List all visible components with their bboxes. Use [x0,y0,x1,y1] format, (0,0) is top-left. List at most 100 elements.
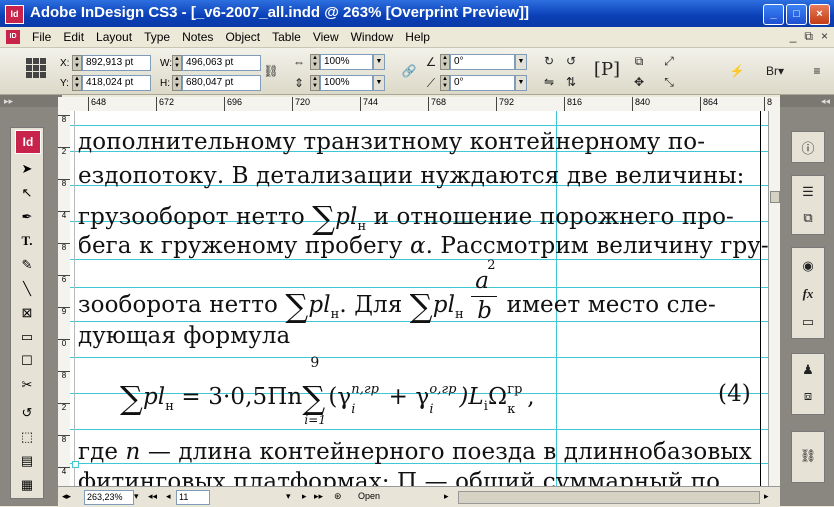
doc-restore-button[interactable]: ⧉ [804,29,813,44]
scale-x-field[interactable]: 100% [320,54,373,70]
gradient-icon[interactable]: ▤ [11,450,43,472]
selection-icon[interactable]: ➤ [11,158,43,180]
next-page-icon[interactable]: ▸ [302,490,307,503]
formula-4[interactable]: ∑plн = 3·0,5Пn 9 ∑ i=1 (γ п,гр i + γ о,гр i)… [120,355,535,427]
x-field[interactable]: 892,913 pt [82,55,151,71]
menu-layout[interactable]: Layout [96,30,132,44]
y-field[interactable]: 418,024 pt [82,75,151,91]
text-line-5[interactable]: зооборота нетто ∑plн. Для ∑plн a 2 b име… [78,258,716,325]
scroll-right-icon[interactable]: ▸ [764,490,769,503]
pencil-icon[interactable]: ✎ [11,254,43,276]
text-line-8[interactable]: фитинговых платформах; П — общий суммарн… [78,469,720,486]
rectangle-icon[interactable]: ▭ [11,326,43,348]
quick-apply-icon[interactable]: ⚡ [728,62,746,80]
scale-y-spinner[interactable]: ▲ ▼ [310,75,320,91]
pen-icon[interactable]: ✒ [11,206,43,228]
free-transform-icon[interactable]: ⬚ [11,426,43,448]
menu-type[interactable]: Type [144,30,170,44]
scale-y-dropdown[interactable]: ▼ [373,75,385,91]
scale-y-field[interactable]: 100% [320,75,373,91]
menu-window[interactable]: Window [351,30,394,44]
bridge-icon[interactable]: Br▾ [760,62,790,80]
gradient-panel-icon[interactable]: ▭ [792,310,824,334]
links-icon[interactable]: ⧈ [792,384,824,408]
last-page-icon[interactable]: ▸▸ [314,490,323,503]
rotate-ccw-icon[interactable]: ↺ [562,52,580,70]
select-container-icon[interactable]: ⧉ [630,52,648,70]
paragraph-style-icon[interactable]: [P] [594,59,620,80]
text-line-6[interactable]: дующая формула [78,323,290,349]
shear-field[interactable]: 0° [450,75,515,91]
rectangle-frame-icon[interactable]: ⊠ [11,302,43,324]
horizontal-scrollbar[interactable] [458,491,760,504]
zoom-field[interactable]: 263,23% [84,490,134,505]
text-line-7[interactable]: где n — длина контейнерного поезда в дли… [78,439,752,465]
rotate-icon[interactable]: ↺ [11,402,43,424]
stroke-icon[interactable]: ☰ [792,180,824,204]
flip-vertical-icon[interactable]: ⇅ [562,73,580,91]
x-spinner[interactable]: ▲ ▼ [72,55,82,71]
w-spinner[interactable]: ▲ ▼ [172,55,182,71]
rotation-dropdown[interactable]: ▼ [515,54,527,70]
h-field[interactable]: 680,047 pt [182,75,261,91]
doc-close-button[interactable]: × [821,29,828,44]
panel-menu-icon[interactable]: ≡ [808,62,826,80]
scissors-icon[interactable]: ✂ [11,374,43,396]
rotation-field[interactable]: 0° [450,54,515,70]
menu-table[interactable]: Table [272,30,301,44]
collapse-tools-icon[interactable]: ▸▸ [0,95,62,107]
page-dropdown-icon[interactable]: ▾ [286,490,291,503]
chain-icon[interactable]: ⛓ [792,444,824,468]
swatches-icon[interactable]: ◉ [792,254,824,278]
frame-handle[interactable] [72,461,79,468]
text-line-3[interactable]: грузооборот нетто ∑plн и отношение порож… [78,199,734,237]
shear-dropdown[interactable]: ▼ [515,75,527,91]
scroll-left-icon[interactable]: ◂▸ [62,490,71,503]
close-button[interactable]: × [809,4,830,25]
pages-icon[interactable]: ⧉ [792,206,824,230]
prev-page-icon[interactable]: ◂ [166,490,171,503]
text-line-4[interactable]: бега к груженому пробегу α. Рассмотрим в… [78,233,768,259]
w-field[interactable]: 496,063 pt [182,55,261,71]
document-icon[interactable]: ID [6,30,20,44]
text-line-2[interactable]: ездопотоку. В детализации нуждаются две … [78,163,745,189]
menu-help[interactable]: Help [405,30,430,44]
note-icon[interactable]: ▦ [11,474,43,496]
menu-notes[interactable]: Notes [182,30,213,44]
type-icon[interactable]: T. [11,230,43,252]
ruler-origin[interactable] [58,97,81,112]
line-icon[interactable]: ╲ [11,278,43,300]
document-canvas[interactable]: дополнительному транзитному контейнерном… [70,111,768,486]
doc-minimize-button[interactable]: _ [790,29,797,44]
h-spinner[interactable]: ▲ ▼ [172,75,182,91]
info-icon[interactable]: ⓘ [792,135,824,159]
minimize-button[interactable]: _ [763,4,784,25]
status-menu-icon[interactable]: ▸ [444,490,449,503]
y-spinner[interactable]: ▲ ▼ [72,75,82,91]
reference-point-icon[interactable] [26,58,46,78]
text-line-1[interactable]: дополнительному транзитному контейнерном… [78,129,705,155]
menu-object[interactable]: Object [225,30,260,44]
scrollbar-thumb[interactable] [770,191,780,203]
button-icon[interactable]: ☐ [11,350,43,372]
first-page-icon[interactable]: ◂◂ [148,490,157,503]
menu-file[interactable]: File [32,30,51,44]
maximize-button[interactable]: □ [786,4,807,25]
rotation-spinner[interactable]: ▲ ▼ [440,54,450,70]
rotate-cw-icon[interactable]: ↻ [540,52,558,70]
constrain-proportions-icon[interactable]: ⛓ [262,62,280,80]
menu-edit[interactable]: Edit [63,30,84,44]
select-next-icon[interactable]: ⤡ [660,73,678,91]
flip-horizontal-icon[interactable]: ⇋ [540,73,558,91]
select-content-icon[interactable]: ✥ [630,73,648,91]
scale-x-dropdown[interactable]: ▼ [373,54,385,70]
zoom-dropdown-icon[interactable]: ▾ [134,490,139,503]
effects-icon[interactable]: fx [792,282,824,306]
direct-selection-icon[interactable]: ↖ [11,182,43,204]
equation-number[interactable]: (4) [718,381,751,407]
page-field[interactable]: 11 [176,490,210,505]
menu-view[interactable]: View [313,30,339,44]
layers-icon[interactable]: ♟ [792,358,824,382]
scale-x-spinner[interactable]: ▲ ▼ [310,54,320,70]
select-prev-icon[interactable]: ⤢ [660,52,678,70]
